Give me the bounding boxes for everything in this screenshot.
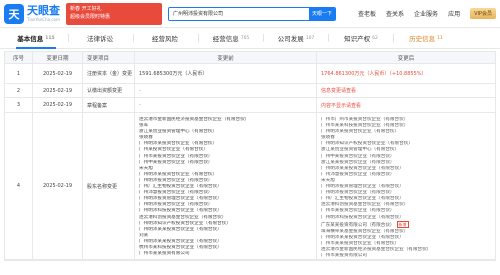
row-item: 注册资本（金）变更 (83, 64, 135, 83)
vip-button[interactable]: VIP会员 (470, 8, 496, 19)
row-index: 2 (5, 84, 33, 97)
row-item: 认缴出资额变更 (83, 84, 135, 97)
row-after-link[interactable]: 信息变更请查看 (317, 84, 495, 97)
after-shareholder-item[interactable]: 广东某某投资有限公司（有限合伙） 新增 (321, 220, 491, 229)
section-tabs: 基本信息 115 法律诉讼 经营风险 经营信息 765 公司发展 107 知识产权 62… (0, 28, 500, 49)
row-item: 章程备案 (83, 98, 135, 112)
after-shareholder-item[interactable]: 广州市某投资有限公司 (321, 253, 491, 259)
row-before: - (135, 98, 317, 112)
row-after: 1764.861300万元（人民币）（+10.8855%） (321, 71, 427, 77)
site-logo[interactable]: 天 天眼查 TianYanCha.com (4, 3, 60, 24)
row-before-list: 连云港市金新国民经济投资基金合伙企业（有限合伙） 张军 浙江某创业投资管理中心（有限… (135, 113, 317, 259)
top-header: 天 天眼查 TianYanCha.com 新春 开工好礼 超级会员限时特惠 天眼… (0, 0, 500, 28)
header-after: 变更后 (397, 55, 415, 62)
top-nav: 查老板 查关系 企业服务 应用 VIP会员 (358, 8, 496, 19)
promo-line-1: 新春 开工好礼 (70, 5, 102, 12)
logo-subtitle: TianYanCha.com (27, 17, 60, 22)
tab-ip[interactable]: 知识产权 62 (329, 28, 393, 49)
search-button[interactable]: 天眼一下 (309, 7, 335, 20)
table-row: 4 2025-02-19 股东名称变更 连云港市金新国民经济投资基金合伙企业（有… (5, 113, 495, 260)
logo-mark-icon: 天 (4, 3, 24, 24)
row-before: 1591.685300万元（人民币） (135, 64, 317, 83)
logo-name: 天眼查 (27, 4, 60, 17)
tab-history[interactable]: 历史信息 11 (394, 28, 458, 49)
new-tag-badge: 新增 (396, 220, 409, 228)
row-index: 1 (5, 64, 33, 83)
tab-risk[interactable]: 经营风险 (134, 28, 198, 49)
before-shareholder-item[interactable]: 广州市某某投资有限公司 (139, 251, 312, 257)
change-record-table: 序号 变更日期 变更项目 变更前 变更后 1 2025-02-19 注册资本（金… (4, 51, 496, 261)
tab-basic-info[interactable]: 基本信息 115 (4, 28, 68, 49)
row-before: - (135, 84, 317, 97)
search-bar: 天眼一下 (168, 6, 336, 21)
nav-relation[interactable]: 查关系 (386, 9, 404, 18)
table-row: 3 2025-02-19 章程备案 - 内容不显示请查看 (5, 98, 495, 113)
row-index: 3 (5, 98, 33, 112)
nav-enterprise-service[interactable]: 企业服务 (414, 9, 438, 18)
tab-operation[interactable]: 经营信息 765 (199, 28, 263, 49)
header-item: 变更项目 (83, 52, 135, 63)
row-after-list: 广州市广州市某投资合伙企业（有限合伙） 广州市某某科技投资合伙企业（有限合伙） 广州… (317, 113, 495, 259)
row-date: 2025-02-19 (33, 98, 83, 112)
nav-boss[interactable]: 查老板 (358, 9, 376, 18)
promo-banner[interactable]: 新春 开工好礼 超级会员限时特惠 (66, 2, 162, 25)
tab-development[interactable]: 公司发展 107 (264, 28, 328, 49)
table-row: 2 2025-02-19 认缴出资额变更 - 信息变更请查看 (5, 84, 495, 98)
row-after-link[interactable]: 内容不显示请查看 (317, 98, 495, 112)
table-header: 序号 变更日期 变更项目 变更前 变更后 (5, 52, 495, 64)
row-date: 2025-02-19 (33, 84, 83, 97)
row-index: 4 (5, 113, 33, 259)
row-date: 2025-02-19 (33, 113, 83, 259)
header-index: 序号 (5, 52, 33, 63)
search-input[interactable] (169, 7, 309, 20)
header-before: 变更前 (135, 52, 317, 63)
table-row: 1 2025-02-19 注册资本（金）变更 1591.685300万元（人民币… (5, 64, 495, 84)
row-date: 2025-02-19 (33, 64, 83, 83)
promo-line-2: 超级会员限时特惠 (70, 13, 111, 20)
nav-apps[interactable]: 应用 (448, 9, 460, 18)
row-item: 股东名称变更 (83, 113, 135, 259)
header-date: 变更日期 (33, 52, 83, 63)
tab-legal[interactable]: 法律诉讼 (69, 28, 133, 49)
